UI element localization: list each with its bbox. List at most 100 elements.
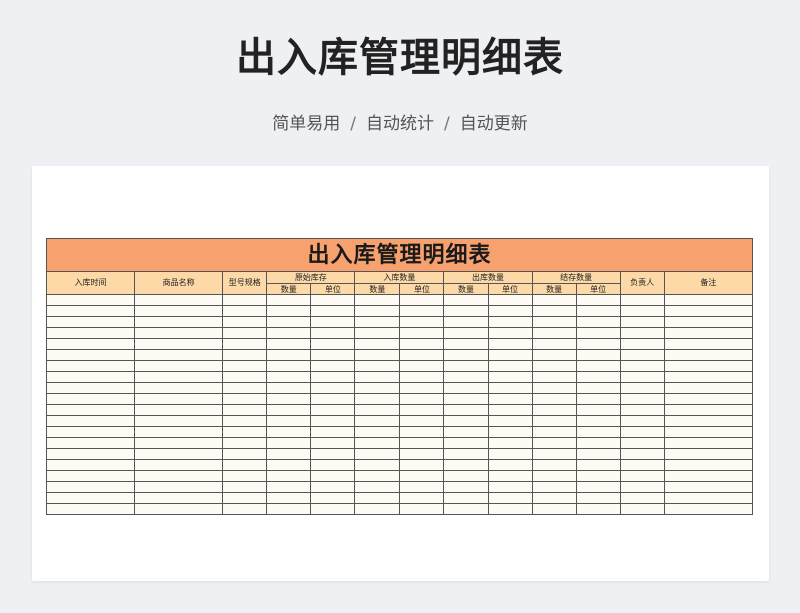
table-cell[interactable] [310,349,356,361]
table-cell[interactable] [619,371,665,383]
table-cell[interactable] [399,349,445,361]
table-cell[interactable] [222,338,268,350]
table-cell[interactable] [399,360,445,372]
table-cell[interactable] [399,415,445,427]
table-cell[interactable] [443,492,489,504]
table-cell[interactable] [354,492,401,504]
table-cell[interactable] [310,426,356,438]
table-cell[interactable] [310,448,356,460]
table-cell[interactable] [663,327,754,339]
table-cell[interactable] [531,294,577,306]
table-cell[interactable] [266,415,312,427]
table-cell[interactable] [134,459,224,471]
table-cell[interactable] [134,437,224,449]
table-cell[interactable] [443,426,489,438]
table-cell[interactable] [45,393,136,405]
table-cell[interactable] [443,437,489,449]
table-cell[interactable] [443,316,489,328]
table-cell[interactable] [487,492,533,504]
table-cell[interactable] [266,448,312,460]
table-cell[interactable] [443,415,489,427]
table-cell[interactable] [354,305,401,317]
table-cell[interactable] [663,470,754,482]
table-cell[interactable] [443,382,489,394]
table-cell[interactable] [487,448,533,460]
table-cell[interactable] [354,382,401,394]
table-cell[interactable] [45,316,136,328]
table-cell[interactable] [443,371,489,383]
table-cell[interactable] [45,492,136,504]
table-cell[interactable] [443,349,489,361]
table-cell[interactable] [354,327,401,339]
table-cell[interactable] [487,316,533,328]
table-cell[interactable] [531,404,577,416]
table-cell[interactable] [45,415,136,427]
table-cell[interactable] [266,294,312,306]
table-cell[interactable] [487,459,533,471]
table-cell[interactable] [45,437,136,449]
table-cell[interactable] [266,327,312,339]
table-cell[interactable] [531,349,577,361]
table-cell[interactable] [310,437,356,449]
table-cell[interactable] [222,415,268,427]
table-cell[interactable] [487,382,533,394]
table-cell[interactable] [310,415,356,427]
table-cell[interactable] [354,426,401,438]
table-cell[interactable] [399,459,445,471]
table-cell[interactable] [222,305,268,317]
table-cell[interactable] [354,470,401,482]
table-cell[interactable] [575,349,621,361]
table-cell[interactable] [575,305,621,317]
table-cell[interactable] [266,470,312,482]
table-cell[interactable] [310,503,356,515]
table-cell[interactable] [663,360,754,372]
table-cell[interactable] [487,371,533,383]
table-cell[interactable] [310,338,356,350]
table-cell[interactable] [663,448,754,460]
table-cell[interactable] [266,437,312,449]
table-cell[interactable] [399,448,445,460]
table-cell[interactable] [399,470,445,482]
table-cell[interactable] [487,338,533,350]
table-cell[interactable] [443,404,489,416]
table-cell[interactable] [134,481,224,493]
table-cell[interactable] [487,393,533,405]
table-cell[interactable] [575,338,621,350]
table-cell[interactable] [487,305,533,317]
table-cell[interactable] [222,393,268,405]
table-cell[interactable] [354,503,401,515]
table-cell[interactable] [487,481,533,493]
table-cell[interactable] [531,371,577,383]
table-cell[interactable] [310,481,356,493]
table-cell[interactable] [619,492,665,504]
table-cell[interactable] [399,426,445,438]
table-cell[interactable] [487,349,533,361]
table-cell[interactable] [134,426,224,438]
table-cell[interactable] [399,305,445,317]
table-cell[interactable] [575,404,621,416]
table-cell[interactable] [531,426,577,438]
table-cell[interactable] [531,305,577,317]
table-cell[interactable] [531,481,577,493]
table-cell[interactable] [575,448,621,460]
table-cell[interactable] [619,426,665,438]
table-cell[interactable] [222,503,268,515]
table-cell[interactable] [266,360,312,372]
table-cell[interactable] [619,316,665,328]
table-cell[interactable] [575,437,621,449]
table-cell[interactable] [354,360,401,372]
table-cell[interactable] [531,437,577,449]
table-cell[interactable] [310,316,356,328]
table-cell[interactable] [619,393,665,405]
table-cell[interactable] [222,360,268,372]
table-cell[interactable] [222,327,268,339]
table-cell[interactable] [443,327,489,339]
table-cell[interactable] [222,404,268,416]
table-cell[interactable] [222,470,268,482]
table-cell[interactable] [266,404,312,416]
table-cell[interactable] [310,382,356,394]
table-cell[interactable] [134,415,224,427]
table-cell[interactable] [45,349,136,361]
table-cell[interactable] [354,393,401,405]
table-cell[interactable] [222,316,268,328]
